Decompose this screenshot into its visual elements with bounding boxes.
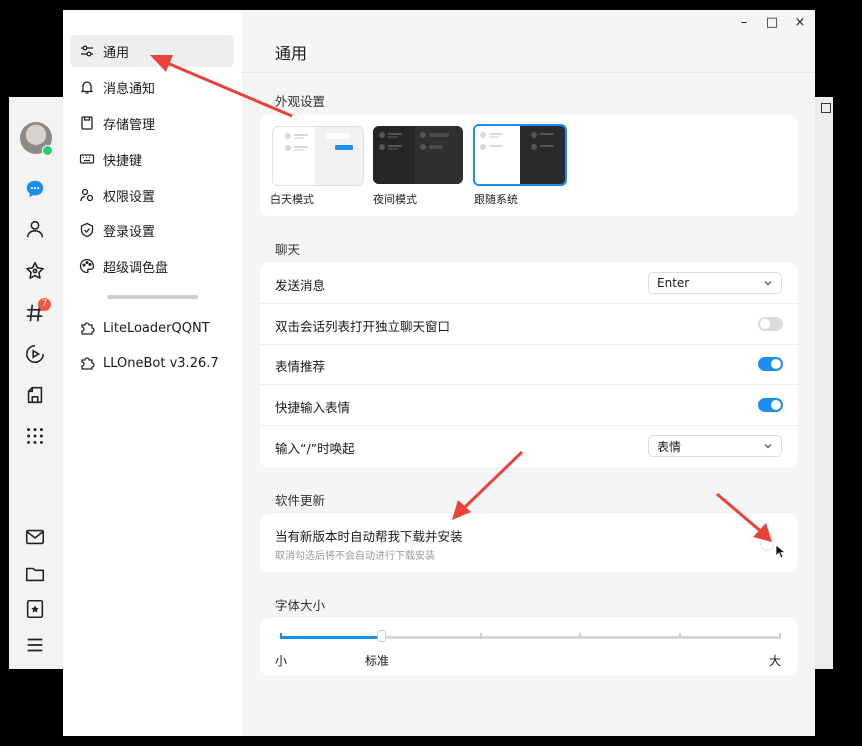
auto-update-checkbox[interactable] [760, 537, 774, 551]
sidebar-item-storage[interactable]: 存储管理 [70, 107, 234, 139]
open-independent-window-label: 双击会话列表打开独立聊天窗口 [275, 319, 451, 334]
bookmark-icon[interactable] [22, 596, 48, 622]
sidebar-item-label: 超级调色盘 [103, 260, 169, 276]
font-size-section-title: 字体大小 [275, 598, 326, 613]
slider-tick [779, 633, 781, 639]
sidebar-item-label: 快捷键 [103, 153, 143, 169]
font-size-label-max: 大 [769, 654, 782, 668]
theme-label-dark: 夜间模式 [373, 193, 417, 206]
emoji-recommend-toggle[interactable] [758, 357, 783, 371]
shop-icon[interactable] [22, 382, 48, 408]
video-icon[interactable] [22, 341, 48, 367]
chat-section-title: 聊天 [275, 242, 301, 257]
theme-option-dark[interactable] [373, 126, 463, 184]
font-size-label-min: 小 [275, 654, 288, 668]
chat-bubble-icon[interactable] [22, 176, 48, 202]
theme-option-system[interactable] [473, 124, 567, 186]
keyboard-icon [77, 149, 97, 169]
apps-grid-icon[interactable] [22, 423, 48, 449]
select-value: Enter [657, 276, 690, 290]
star-icon[interactable] [22, 258, 48, 284]
toggle-knob [771, 400, 781, 410]
row-divider [260, 384, 798, 385]
menu-icon[interactable] [22, 632, 48, 658]
appearance-section-title: 外观设置 [275, 94, 326, 109]
permission-icon [77, 185, 97, 205]
slider-tick [579, 633, 582, 639]
sidebar-item-permissions[interactable]: 权限设置 [70, 179, 234, 211]
update-section-title: 软件更新 [275, 493, 326, 508]
sidebar-item-label: 通用 [103, 45, 130, 61]
slash-trigger-label: 输入“/”时唤起 [275, 441, 355, 456]
background-window-edge [815, 97, 833, 669]
puzzle-icon [77, 318, 97, 338]
close-button[interactable]: × [792, 14, 808, 30]
storage-icon [77, 113, 97, 133]
font-size-slider-fill [281, 636, 381, 639]
select-value: 表情 [657, 439, 682, 454]
background-maximize-icon[interactable] [821, 103, 831, 113]
chevron-down-icon [764, 444, 772, 449]
slash-trigger-select[interactable]: 表情 [648, 435, 782, 457]
slider-tick [679, 633, 682, 639]
row-divider [260, 344, 798, 345]
page-title: 通用 [275, 44, 308, 63]
notification-badge: 7 [38, 298, 51, 311]
sidebar-item-label: 消息通知 [103, 81, 156, 97]
slider-tick [280, 633, 282, 639]
slider-tick [479, 633, 482, 639]
sidebar-item-llonebot[interactable]: LLOneBot v3.26.7 [70, 347, 234, 379]
auto-update-sublabel: 取消勾选后将不会自动进行下载安装 [275, 551, 435, 562]
online-status-dot [42, 145, 53, 156]
puzzle-icon [77, 353, 97, 373]
folder-icon[interactable] [22, 561, 48, 587]
palette-icon [77, 256, 97, 276]
send-message-select[interactable]: Enter [648, 272, 782, 294]
sidebar-item-login[interactable]: 登录设置 [70, 214, 234, 246]
sliders-icon [77, 41, 97, 61]
sidebar-item-liteloader[interactable]: LiteLoaderQQNT [70, 312, 234, 344]
toggle-knob [760, 319, 770, 329]
contacts-icon[interactable] [22, 216, 48, 242]
sidebar-item-shortcuts[interactable]: 快捷键 [70, 143, 234, 175]
sidebar-item-notifications[interactable]: 消息通知 [70, 71, 234, 103]
sidebar-item-palette[interactable]: 超级调色盘 [70, 250, 234, 282]
row-divider [260, 425, 798, 426]
sidebar-item-label: LiteLoaderQQNT [103, 320, 210, 336]
sidebar-item-label: 登录设置 [103, 224, 156, 240]
login-shield-icon [77, 220, 97, 240]
title-divider [242, 72, 815, 73]
send-message-label: 发送消息 [275, 278, 326, 293]
mouse-cursor-icon [775, 544, 785, 559]
sidebar-item-general[interactable]: 通用 [70, 35, 234, 67]
sidebar-divider [107, 295, 198, 299]
minimize-button[interactable]: – [736, 14, 752, 30]
font-size-card [260, 618, 798, 675]
font-size-slider-handle[interactable] [376, 630, 386, 642]
theme-option-light[interactable] [272, 126, 364, 186]
row-divider [260, 303, 798, 304]
sidebar-item-label: 权限设置 [103, 189, 156, 205]
open-independent-window-toggle[interactable] [758, 317, 783, 331]
maximize-button[interactable]: □ [764, 14, 780, 30]
emoji-recommend-label: 表情推荐 [275, 359, 326, 374]
quick-emoji-label: 快捷输入表情 [275, 400, 351, 415]
font-size-label-standard: 标准 [365, 654, 390, 668]
bell-icon [77, 77, 97, 97]
chevron-down-icon [764, 281, 772, 286]
theme-label-light: 白天模式 [270, 193, 314, 206]
theme-label-system: 跟随系统 [474, 193, 518, 206]
sidebar-item-label: LLOneBot v3.26.7 [103, 355, 219, 371]
sidebar-item-label: 存储管理 [103, 117, 156, 133]
toggle-knob [771, 359, 781, 369]
quick-emoji-toggle[interactable] [758, 398, 783, 412]
mail-icon[interactable] [22, 524, 48, 550]
auto-update-label: 当有新版本时自动帮我下载并安装 [275, 529, 463, 544]
